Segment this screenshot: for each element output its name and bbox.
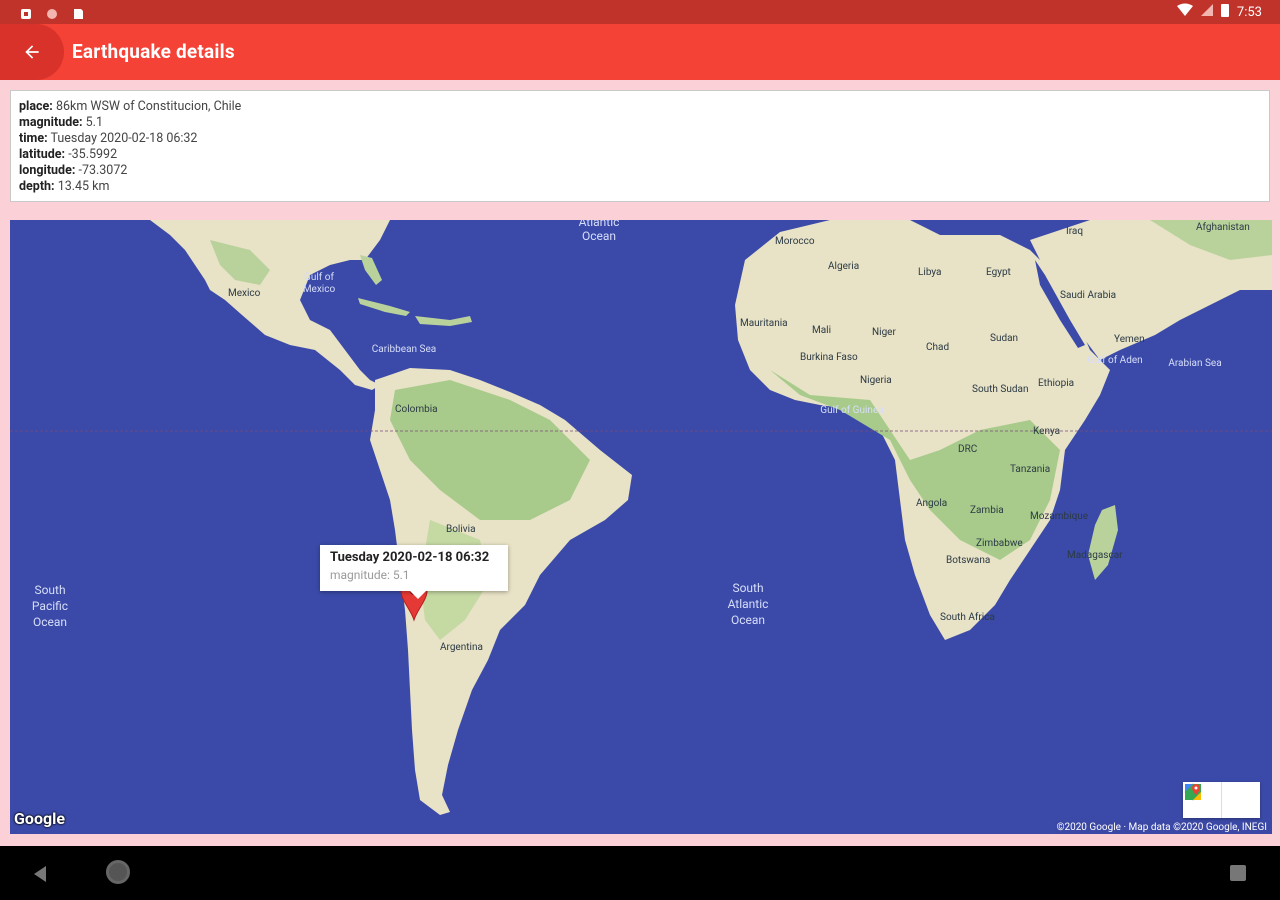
map-label-mexico: Mexico: [228, 288, 261, 299]
info-window-subtitle: magnitude: 5.1: [330, 568, 410, 582]
clock: 7:53: [1236, 4, 1262, 20]
nav-home-button[interactable]: [106, 860, 130, 884]
info-window-title: Tuesday 2020-02-18 06:32: [330, 550, 490, 565]
detail-depth: depth: 13.45 km: [19, 179, 110, 194]
ocean-label-atlantic: Atlantic Ocean: [579, 220, 620, 243]
land-north-america: [150, 220, 390, 390]
map-label-bolivia: Bolivia: [446, 524, 476, 535]
map-label-zambia: Zambia: [970, 505, 1004, 516]
signal-icon: [1200, 3, 1213, 21]
map-label-tanzania: Tanzania: [1010, 464, 1050, 475]
map-label-egypt: Egypt: [986, 267, 1011, 278]
map-label-gulf-of-guinea: Gulf of Guinea: [820, 404, 883, 416]
map-label-libya: Libya: [918, 267, 941, 278]
system-nav-bar: [0, 846, 1280, 900]
page-title: Earthquake details: [72, 40, 235, 63]
map-label-drc: DRC: [958, 444, 978, 455]
map-label-angola: Angola: [916, 498, 947, 509]
map-label-algeria: Algeria: [828, 261, 859, 272]
map-canvas: Atlantic Ocean South Pacific Ocean South Atl…: [10, 220, 1272, 815]
google-logo: Google: [14, 809, 65, 828]
map-label-zimbabwe: Zimbabwe: [976, 538, 1023, 549]
map-label-south-africa: South Africa: [940, 611, 995, 623]
map-label-arabian-sea: Arabian Sea: [1168, 358, 1221, 369]
map-label-afghanistan: Afghanistan: [1196, 221, 1250, 233]
detail-time: time: Tuesday 2020-02-18 06:32: [19, 131, 198, 146]
sync-icon: [46, 5, 58, 19]
map-label-nigeria: Nigeria: [860, 375, 892, 386]
map-copyright[interactable]: ©2020 Google · Map data ©2020 Google, IN…: [1053, 821, 1270, 834]
land-madagascar: [1088, 505, 1118, 580]
map-label-gulf-of-mexico: Gulf of Mexico: [303, 271, 336, 295]
map-label-mauritania: Mauritania: [740, 318, 788, 329]
wifi-icon: [1176, 3, 1193, 21]
ocean-label-south-pacific: South Pacific Ocean: [32, 583, 68, 629]
earthquake-details-card: place: 86km WSW of Constitucion, Chile m…: [10, 90, 1270, 202]
map-label-ethiopia: Ethiopia: [1038, 378, 1074, 389]
battery-icon: [1220, 3, 1229, 21]
marker-info-window[interactable]: Tuesday 2020-02-18 06:32 magnitude: 5.1: [320, 545, 508, 599]
detail-longitude: longitude: -73.3072: [19, 163, 128, 178]
nav-back-icon[interactable]: [30, 864, 50, 884]
detail-magnitude: magnitude: 5.1: [19, 115, 103, 130]
map-label-south-sudan: South Sudan: [972, 384, 1028, 395]
map-label-burkina-faso: Burkina Faso: [800, 352, 858, 363]
map-label-madagascar: Madagascar: [1067, 550, 1123, 561]
map-label-yemen: Yemen: [1114, 334, 1145, 345]
map-label-kenya: Kenya: [1033, 426, 1060, 437]
open-in-maps-button[interactable]: [1185, 782, 1260, 818]
google-maps-icon: [1185, 784, 1201, 800]
map-label-iraq: Iraq: [1066, 226, 1083, 237]
map-label-argentina: Argentina: [440, 642, 483, 653]
map-label-mozambique: Mozambique: [1030, 511, 1088, 522]
map-label-botswana: Botswana: [946, 555, 990, 566]
map-label-colombia: Colombia: [395, 404, 438, 415]
map-label-saudi-arabia: Saudi Arabia: [1060, 290, 1116, 301]
back-button[interactable]: [0, 24, 64, 80]
ocean-label-south-atlantic: South Atlantic Ocean: [728, 581, 769, 627]
map-view[interactable]: Atlantic Ocean South Pacific Ocean South Atl…: [10, 220, 1272, 834]
status-bar: 7:53: [0, 0, 1280, 24]
map-label-mali: Mali: [812, 325, 831, 336]
map-label-chad: Chad: [926, 342, 949, 353]
sd-card-icon: [72, 5, 84, 19]
detail-place: place: 86km WSW of Constitucion, Chile: [19, 99, 242, 114]
map-label-caribbean-sea: Caribbean Sea: [372, 344, 436, 355]
map-label-morocco: Morocco: [775, 236, 815, 247]
nav-recents-button[interactable]: [1230, 865, 1246, 881]
app-bar: Earthquake details: [0, 24, 1280, 80]
notification-icon: [20, 5, 32, 19]
map-label-gulf-of-aden: Gulf of Aden: [1087, 354, 1142, 366]
map-label-sudan: Sudan: [990, 333, 1018, 344]
arrow-back-icon: [25, 45, 39, 59]
map-label-niger: Niger: [872, 327, 896, 338]
detail-latitude: latitude: -35.5992: [19, 147, 118, 162]
map-toolbar: [1183, 782, 1260, 818]
